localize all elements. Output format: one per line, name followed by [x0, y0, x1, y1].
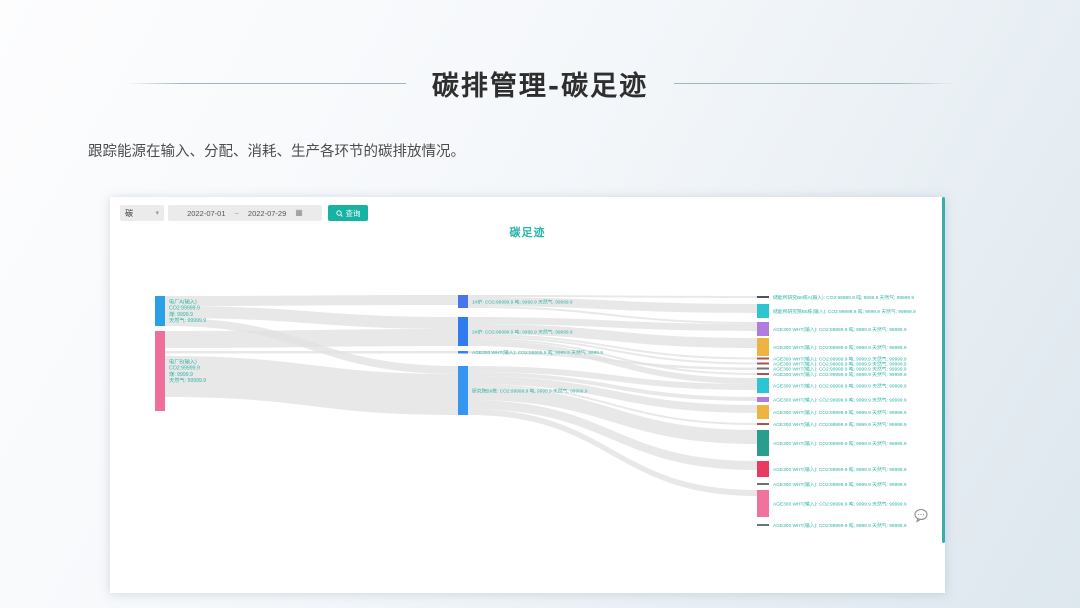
sankey-node-R15[interactable] [757, 483, 769, 485]
sankey-node-label: AGE300 WHT(输入): CO2:99999.9 吨; 9999.9 天然… [773, 382, 907, 389]
page-subtitle: 跟踪能源在输入、分配、消耗、生产各环节的碳排放情况。 [88, 140, 465, 161]
sankey-node-label: AGE300 WHT(输入): CO2:99999.9 吨; 9999.9 天然… [773, 344, 907, 351]
sankey-node-R3[interactable] [757, 322, 769, 336]
sankey-node-label: CO2:99999.9 [169, 306, 200, 312]
sankey-node-label: 煤: 9999.9 [169, 370, 193, 378]
sankey-node-L2[interactable] [155, 331, 165, 411]
sankey-node-label: 电厂A(输入) [169, 298, 197, 306]
sankey-node-R6[interactable] [757, 363, 769, 365]
sankey-node-label: 1#炉: CO2:99999.9 吨; 9999.9 天然气: 99999.9 [472, 298, 573, 305]
select-value: 碳 [125, 208, 133, 219]
sankey-node-label: AGE300 WHT(输入): CO2:99999.9 吨; 9999.9 天然… [773, 365, 907, 372]
sankey-flow [165, 329, 458, 348]
page-title: 碳排管理-碳足迹 [432, 64, 648, 103]
chevron-down-icon: ▾ [155, 210, 159, 217]
sankey-node-R4[interactable] [757, 338, 769, 356]
sankey-node-M4[interactable] [458, 366, 468, 415]
sankey-node-label: 储能所研究院B6栋(输入): CO2:99999.9 吨; 9999.9 天然气… [773, 308, 916, 315]
title-rule-right [674, 83, 954, 84]
sankey-node-R2[interactable] [757, 304, 769, 318]
date-separator: ~ [235, 209, 239, 218]
sankey-node-label: AGE300 WHT(输入): CO2:99999.9 吨; 9999.9 天然… [773, 421, 907, 428]
title-row: 碳排管理-碳足迹 [0, 64, 1080, 103]
sankey-diagram: 电厂A(输入)CO2:99999.9煤: 9999.9天然气: 99999.9电… [110, 197, 945, 593]
sankey-node-label: AGE300 WHT(输入): CO2:99999.9 吨; 9999.9 天然… [773, 440, 907, 447]
date-end-value: 2022-07-29 [248, 209, 286, 218]
sankey-node-M2[interactable] [458, 317, 468, 346]
energy-type-select[interactable]: 碳 ▾ [120, 205, 164, 221]
sankey-node-label: AGE300 WHT(输入): CO2:99999.9 吨; 9999.9 天然… [773, 355, 907, 362]
calendar-icon: ▦ [295, 209, 303, 217]
sankey-node-L1[interactable] [155, 296, 165, 326]
app-screenshot-card: 电厂A(输入)CO2:99999.9煤: 9999.9天然气: 99999.9电… [110, 197, 945, 593]
sankey-node-R9[interactable] [757, 378, 769, 393]
slide-background: 碳排管理-碳足迹 跟踪能源在输入、分配、消耗、生产各环节的碳排放情况。 电厂A(… [0, 0, 1080, 608]
sankey-node-label: 电厂B(输入) [169, 358, 197, 366]
sankey-node-R10[interactable] [757, 397, 769, 402]
sankey-node-label: CO2:99999.9 [169, 366, 200, 372]
sankey-node-label: 煤: 9999.9 [169, 310, 193, 318]
sankey-node-M1[interactable] [458, 295, 468, 308]
sankey-node-R14[interactable] [757, 461, 769, 477]
sankey-node-R12[interactable] [757, 423, 769, 425]
search-icon [336, 210, 343, 217]
sankey-node-R7[interactable] [757, 368, 769, 370]
sankey-node-R16[interactable] [757, 490, 769, 517]
sankey-node-R11[interactable] [757, 405, 769, 419]
sankey-node-R5[interactable] [757, 358, 769, 360]
sankey-node-label: 天然气: 99999.9 [169, 376, 206, 384]
date-start-value: 2022-07-01 [187, 209, 225, 218]
title-rule-left [126, 83, 406, 84]
sankey-node-label: 2#炉: CO2:99999.9 吨; 9999.9 天然气: 99999.9 [472, 328, 573, 335]
sankey-node-label: AGE300 WHT(输入): CO2:99999.9 吨; 9999.9 天然… [773, 396, 907, 403]
sankey-node-label: AGE300 WHT(输入): CO2:99999.9 吨; 9999.9 天然… [773, 500, 907, 507]
scrollbar[interactable] [942, 197, 945, 543]
sankey-node-label: 储能所研究B6栋A(输入): CO2:99999.9 吨; 9999.9 天然气… [773, 294, 914, 301]
sankey-node-R8[interactable] [757, 373, 769, 375]
sankey-node-label: AGE300 WHT(输入): CO2:99999.9 吨; 9999.9 天然… [773, 409, 907, 416]
sankey-node-M3[interactable] [458, 351, 468, 354]
chat-bubble-icon[interactable] [913, 508, 930, 523]
sankey-node-label: AGE300 WHT(输入): CO2:99999.9 吨; 9999.9 天然… [773, 326, 907, 333]
date-range-picker[interactable]: 2022-07-01 ~ 2022-07-29 ▦ [168, 205, 322, 221]
sankey-node-label: AGE300 WHT(输入): CO2:99999.9 吨; 9999.9 天然… [773, 481, 907, 488]
query-button-label: 查询 [346, 208, 361, 219]
sankey-flow [165, 295, 458, 306]
sankey-node-label: AGE300 WHT(输入): CO2:99999.9 吨; 9999.9 天然… [773, 522, 907, 529]
sankey-node-R1[interactable] [757, 296, 769, 298]
sankey-node-label: AGE300 WHT(输入): CO2:99999.9 吨; 9999.9 天然… [472, 349, 603, 356]
sankey-node-R17[interactable] [757, 524, 769, 526]
sankey-node-label: 天然气: 99999.9 [169, 316, 206, 324]
sankey-node-label: 研究院B6栋: CO2:99999.9 吨; 9999.9 天然气: 99999… [472, 387, 588, 394]
sankey-node-label: AGE300 WHT(输入): CO2:99999.9 吨; 9999.9 天然… [773, 360, 907, 367]
sankey-node-label: AGE300 WHT(输入): CO2:99999.9 吨; 9999.9 天然… [773, 466, 907, 473]
sankey-node-R13[interactable] [757, 430, 769, 456]
sankey-node-label: AGE300 WHT(输入): CO2:99999.9 吨; 9999.9 天然… [773, 371, 907, 378]
sankey-flow [165, 351, 458, 354]
chart-title: 碳足迹 [110, 224, 945, 240]
query-button[interactable]: 查询 [328, 205, 368, 221]
